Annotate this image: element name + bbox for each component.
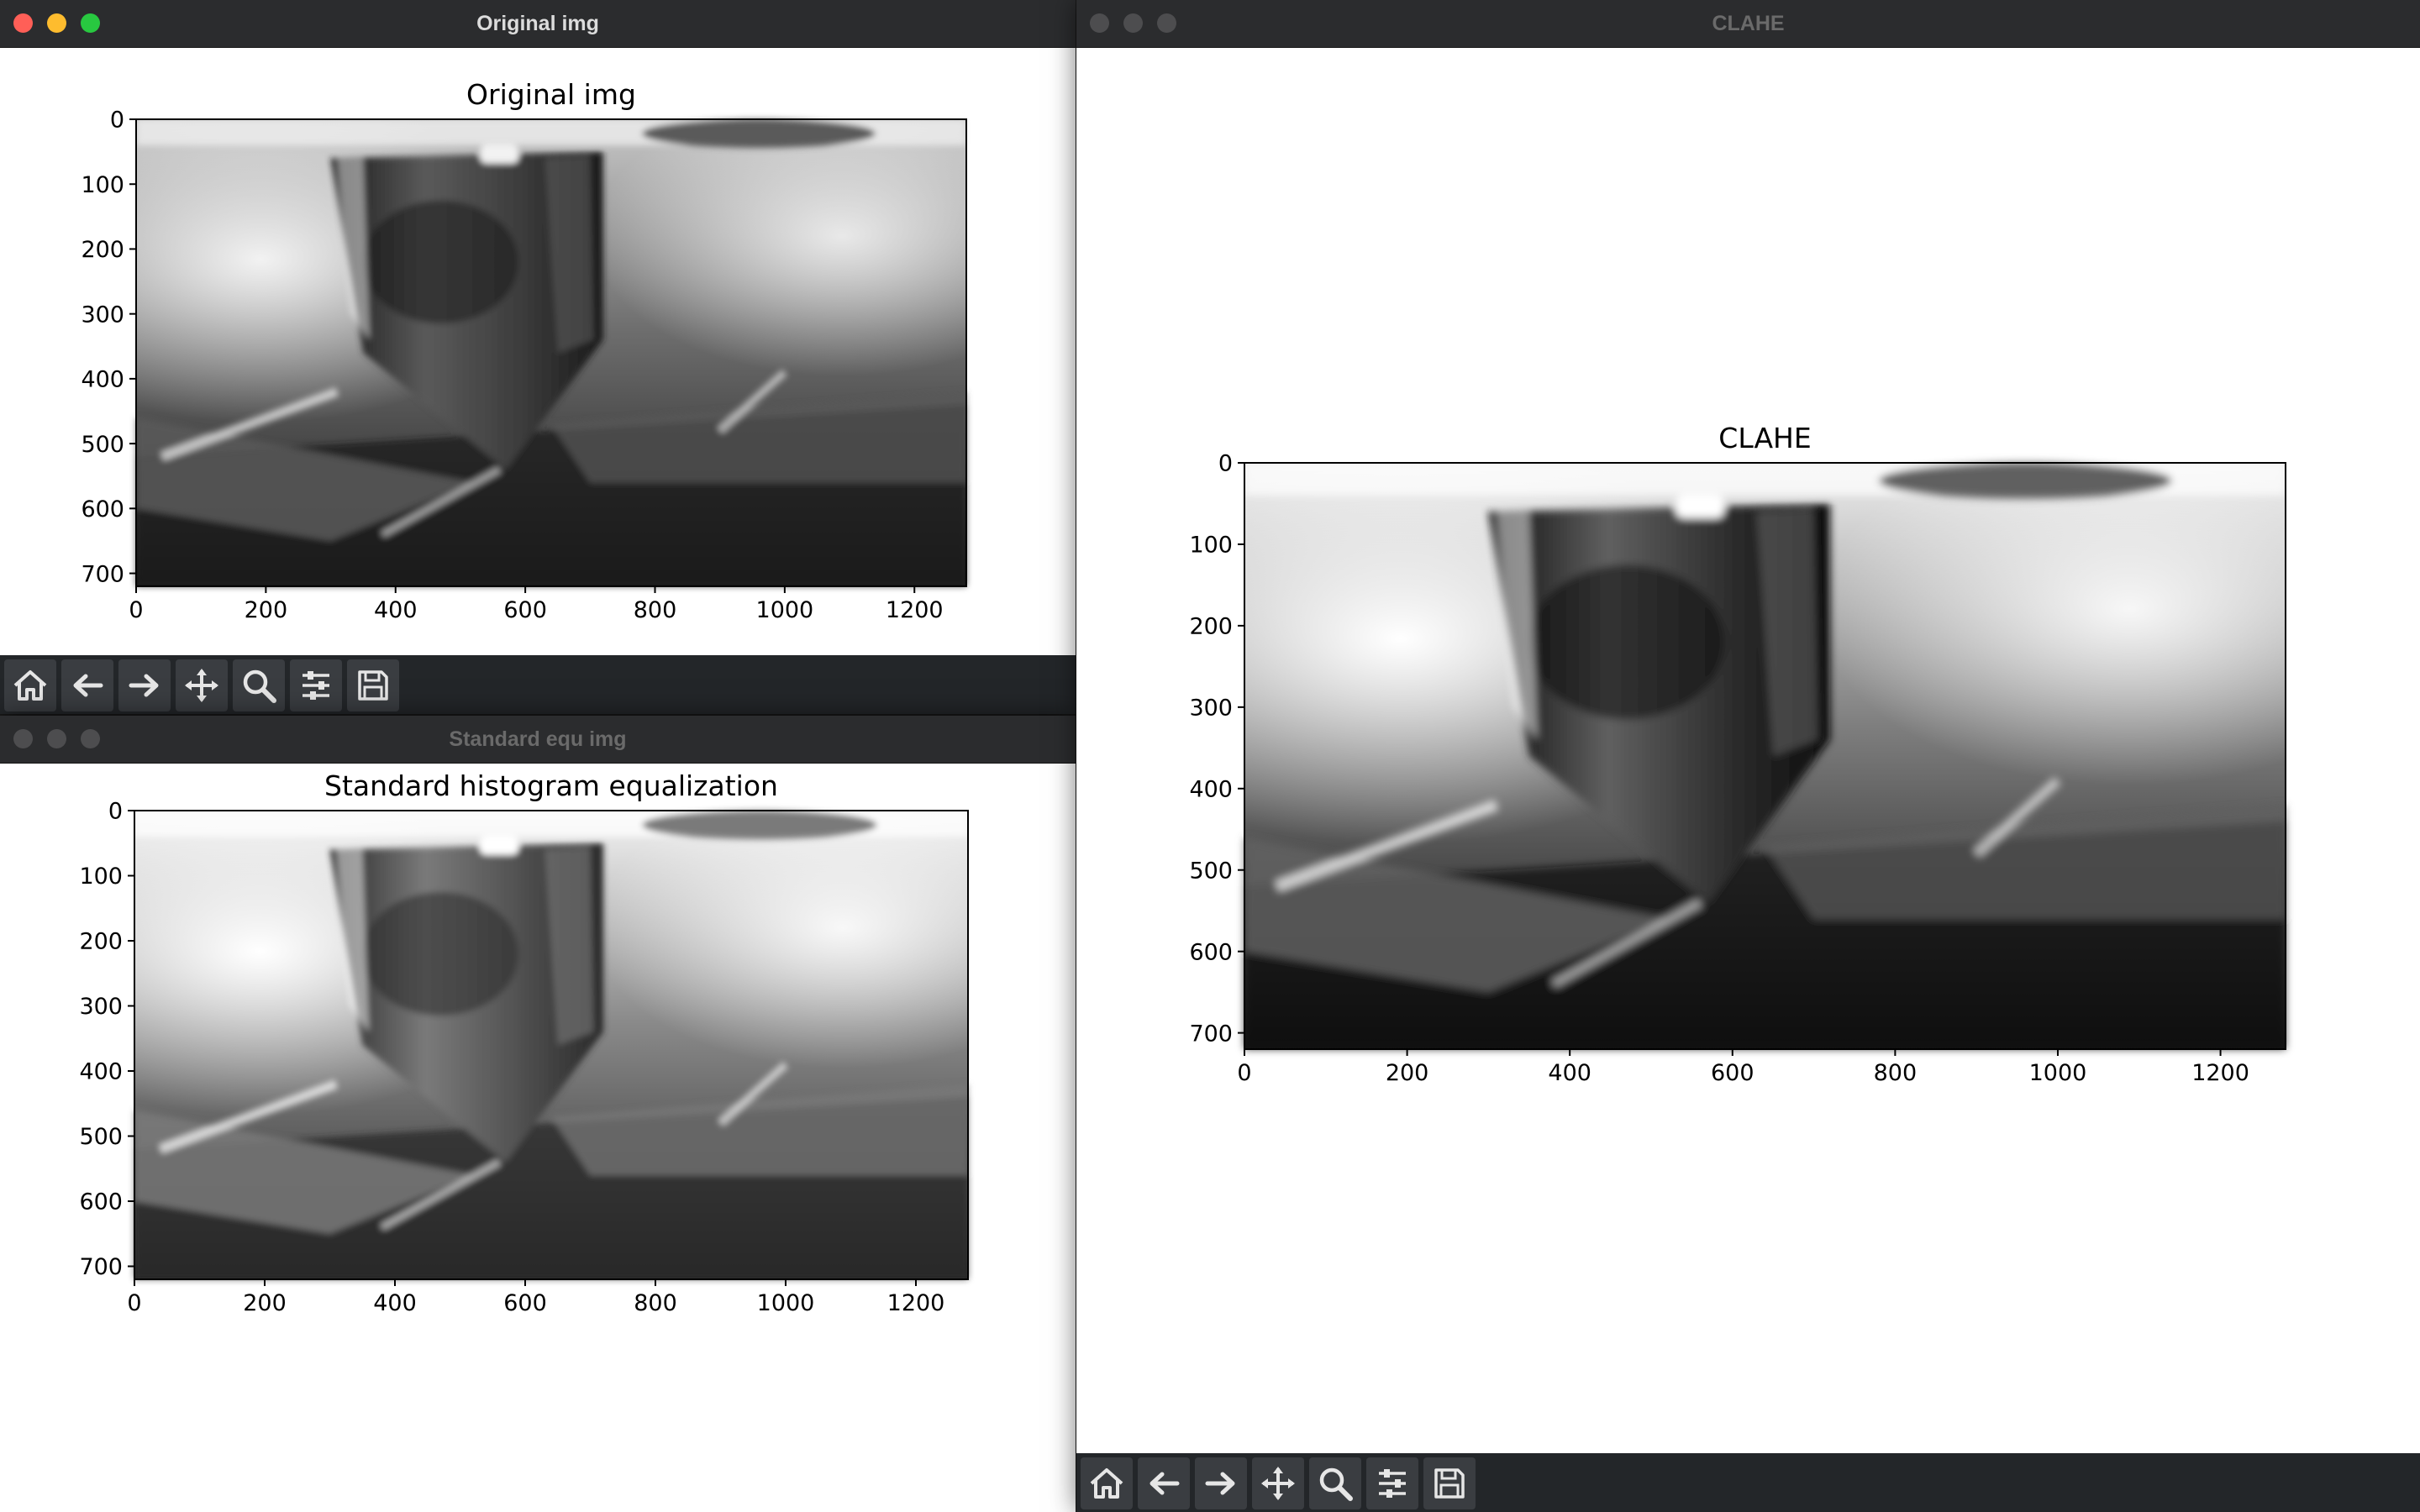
window-original-img: Original img Original img 0 200 400 600 800 10… (0, 0, 1076, 714)
y-tick-label: 700 (1189, 1021, 1233, 1047)
window-title: CLAHE (1712, 12, 1785, 35)
plot-original: Original img 0 200 400 600 800 1000 1200 0 100 200… (81, 78, 967, 623)
x-tick-label: 400 (1548, 1060, 1591, 1086)
arrow-right-button[interactable] (118, 659, 171, 711)
y-tick-label: 200 (1189, 614, 1233, 640)
move-icon (1261, 1467, 1295, 1500)
zoom-button[interactable] (233, 659, 285, 711)
save-button[interactable] (1423, 1457, 1476, 1509)
y-tick-label: 600 (79, 1189, 123, 1215)
y-tick-label: 0 (110, 108, 124, 134)
window-clahe: CLAHE CLAHE 0 200 400 600 800 1000 1200 0 100 200 3… (1076, 0, 2420, 1512)
arrow-left-icon (73, 674, 103, 697)
window-titlebar[interactable]: Original img (0, 0, 1076, 48)
x-tick-label: 1200 (887, 1290, 945, 1316)
y-tick-label: 500 (1189, 858, 1233, 884)
x-tick-label: 1000 (2029, 1060, 2087, 1086)
y-tick-label: 200 (81, 237, 124, 263)
y-tick-label: 600 (81, 496, 124, 522)
y-tick-label: 0 (1218, 451, 1233, 477)
x-tick-label: 600 (503, 597, 547, 623)
y-tick-label: 300 (1189, 696, 1233, 722)
image-display (1244, 463, 2286, 1049)
x-tick-label: 1200 (2191, 1060, 2249, 1086)
save-icon (1434, 1468, 1465, 1499)
y-tick-label: 500 (81, 432, 124, 458)
y-tick-label: 400 (81, 367, 124, 393)
x-tick-label: 0 (127, 1290, 141, 1316)
arrow-left-button[interactable] (1138, 1457, 1190, 1509)
y-tick-label: 400 (1189, 776, 1233, 802)
y-tick-label: 300 (79, 994, 123, 1020)
x-tick-label: 200 (245, 597, 288, 623)
figure-canvas[interactable]: CLAHE 0 200 400 600 800 1000 1200 0 100 200 300 400 5… (1076, 48, 2420, 1453)
arrow-right-icon (1205, 1472, 1235, 1495)
y-tick-label: 500 (79, 1124, 123, 1150)
move-button[interactable] (176, 659, 228, 711)
plot-title: CLAHE (1718, 422, 1811, 454)
plot-standard: Standard histogram equalization 0 200 400 60… (79, 769, 969, 1316)
x-tick-label: 0 (1237, 1060, 1251, 1086)
plot-title: Original img (466, 78, 636, 111)
move-icon (185, 669, 218, 702)
plot-title: Standard histogram equalization (324, 769, 778, 802)
x-tick-label: 1200 (886, 597, 944, 623)
zoom-icon (1319, 1467, 1353, 1501)
arrow-right-icon (129, 674, 159, 697)
arrow-right-button[interactable] (1195, 1457, 1247, 1509)
x-tick-label: 200 (1386, 1060, 1429, 1086)
x-tick-label: 800 (634, 1290, 677, 1316)
navigation-toolbar (0, 655, 1076, 714)
y-tick-label: 600 (1189, 939, 1233, 965)
y-tick-label: 400 (79, 1059, 123, 1085)
y-tick-label: 300 (81, 302, 124, 328)
x-tick-label: 200 (243, 1290, 287, 1316)
x-tick-label: 800 (1874, 1060, 1918, 1086)
x-tick-label: 600 (503, 1290, 547, 1316)
window-titlebar[interactable]: Standard equ img (0, 716, 1076, 764)
home-button[interactable] (4, 659, 56, 711)
zoom-icon (243, 669, 276, 703)
arrow-left-icon (1150, 1472, 1180, 1495)
x-tick-label: 800 (634, 597, 677, 623)
y-tick-label: 200 (79, 929, 123, 955)
y-tick-label: 700 (79, 1254, 123, 1280)
figure-canvas[interactable]: Standard histogram equalization 0 200 400 60… (0, 764, 1076, 1512)
window-standard-equ-img: Standard equ img Standard histogram equa… (0, 716, 1076, 1512)
sliders-button[interactable] (290, 659, 342, 711)
home-icon (13, 670, 47, 701)
x-tick-label: 1000 (756, 597, 814, 623)
image-display (134, 811, 968, 1279)
home-icon (1090, 1468, 1123, 1499)
sliders-button[interactable] (1366, 1457, 1418, 1509)
y-tick-label: 700 (81, 561, 124, 587)
move-button[interactable] (1252, 1457, 1304, 1509)
figure-canvas[interactable]: Original img 0 200 400 600 800 1000 1200 0 100 200… (0, 48, 1076, 655)
y-tick-label: 100 (79, 864, 123, 890)
save-icon (358, 670, 388, 701)
navigation-toolbar (1076, 1453, 2420, 1512)
x-tick-label: 600 (1711, 1060, 1754, 1086)
x-tick-label: 0 (129, 597, 143, 623)
window-titlebar[interactable]: CLAHE (1076, 0, 2420, 48)
x-tick-label: 400 (373, 1290, 417, 1316)
y-tick-label: 100 (81, 172, 124, 198)
y-tick-label: 0 (108, 799, 123, 825)
x-tick-label: 400 (374, 597, 418, 623)
window-title: Original img (476, 12, 599, 35)
zoom-button[interactable] (1309, 1457, 1361, 1509)
save-button[interactable] (347, 659, 399, 711)
sliders-icon (302, 671, 329, 700)
sliders-icon (1379, 1469, 1406, 1498)
home-button[interactable] (1081, 1457, 1133, 1509)
x-tick-label: 1000 (757, 1290, 815, 1316)
window-title: Standard equ img (449, 727, 627, 751)
plot-clahe: CLAHE 0 200 400 600 800 1000 1200 0 100 200 300 400 5… (1189, 422, 2286, 1086)
y-tick-label: 100 (1189, 533, 1233, 559)
image-display (136, 119, 966, 586)
arrow-left-button[interactable] (61, 659, 113, 711)
